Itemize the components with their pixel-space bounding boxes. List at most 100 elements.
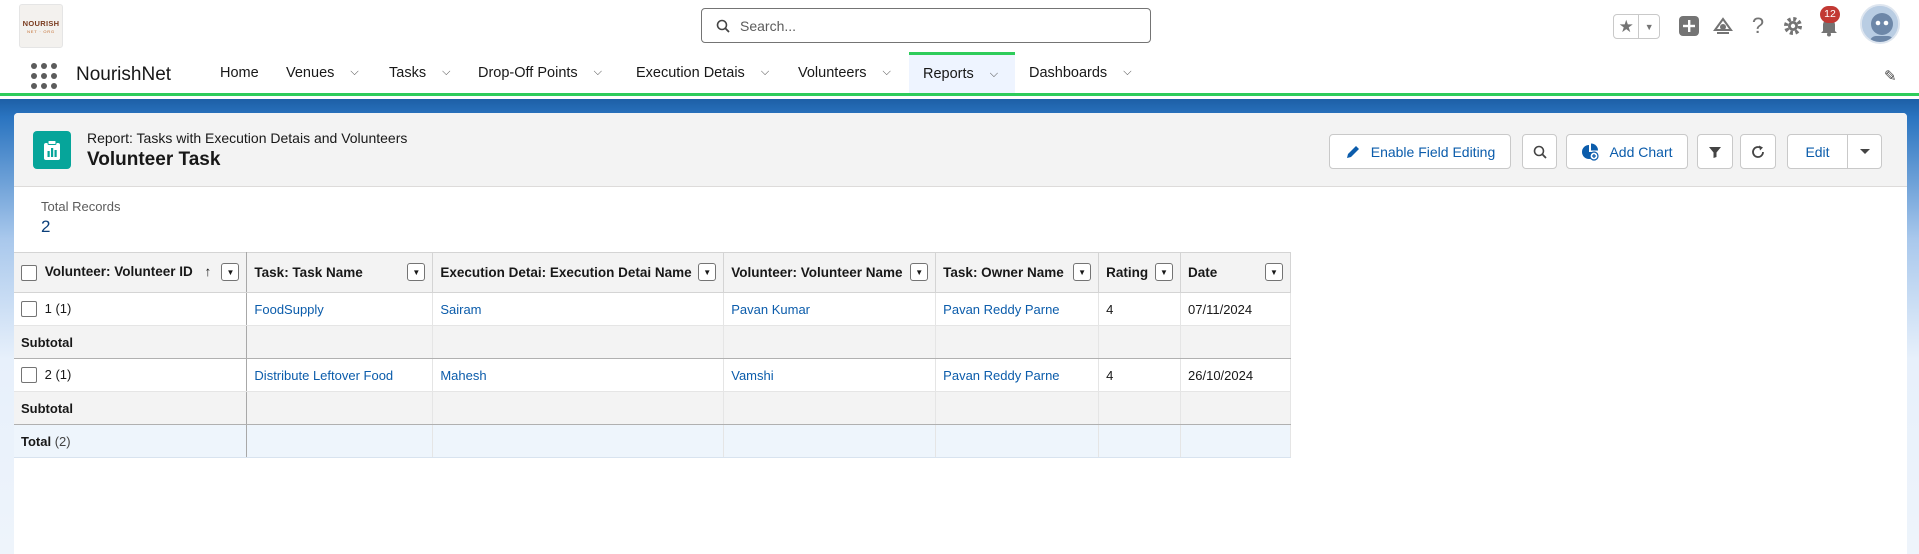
- group-label: 2 (1): [44, 366, 72, 382]
- global-search-input[interactable]: Search...: [701, 8, 1151, 43]
- total-empty-cell: [723, 424, 937, 458]
- column-header-rating[interactable]: Rating ▼: [1098, 252, 1182, 293]
- column-menu-button[interactable]: ▼: [1155, 263, 1174, 281]
- nav-item-venues[interactable]: Venues ⌵: [286, 52, 359, 93]
- column-menu-button[interactable]: ▼: [221, 263, 240, 281]
- execution-detai-cell: Sairam: [432, 292, 725, 326]
- edit-button[interactable]: Edit: [1787, 134, 1848, 169]
- subtotal-label: Subtotal: [14, 391, 248, 425]
- total-row: Total (2): [14, 424, 1291, 458]
- subtotal-cell: [1098, 325, 1182, 359]
- chevron-down-icon[interactable]: ⌵: [350, 66, 358, 79]
- total-empty-cell: [935, 424, 1100, 458]
- subtotal-cell: [1098, 391, 1182, 425]
- subtotal-cell: [935, 325, 1100, 359]
- chevron-down-icon[interactable]: ⌵: [761, 66, 769, 79]
- total-label: Total: [21, 433, 52, 449]
- group-label: 1 (1): [44, 300, 72, 316]
- total-empty-cell: [246, 424, 434, 458]
- report-table: Volunteer: Volunteer ID ↑ ▼ Task: Task N…: [14, 252, 1291, 458]
- filter-icon: [1709, 146, 1721, 158]
- chevron-down-icon[interactable]: ⌵: [442, 66, 450, 79]
- subtotal-row: Subtotal: [14, 391, 1291, 425]
- nav-item-dashboards[interactable]: Dashboards ⌵: [1029, 52, 1132, 93]
- column-menu-button[interactable]: ▼: [1073, 263, 1092, 281]
- column-header-volunteer-id[interactable]: Volunteer: Volunteer ID ↑ ▼: [14, 252, 248, 293]
- nav-item-reports[interactable]: Reports ⌵: [909, 52, 1015, 93]
- column-menu-button[interactable]: ▼: [910, 263, 929, 281]
- total-empty-cell: [1098, 424, 1182, 458]
- subtotal-cell: [246, 391, 434, 425]
- star-icon[interactable]: ★: [1614, 15, 1640, 38]
- notification-badge: 12: [1820, 6, 1840, 23]
- volunteer-name-link[interactable]: Pavan Kumar: [731, 302, 810, 317]
- column-header-volunteer-name[interactable]: Volunteer: Volunteer Name ▼: [723, 252, 937, 293]
- subtotal-cell: [432, 325, 725, 359]
- add-icon[interactable]: [1677, 14, 1701, 38]
- select-all-checkbox[interactable]: [21, 264, 37, 281]
- report-icon: [33, 131, 71, 169]
- favorites-button[interactable]: ★ ▼: [1613, 14, 1660, 39]
- edit-menu-button[interactable]: [1847, 134, 1882, 169]
- row-checkbox[interactable]: [21, 367, 37, 384]
- enable-field-editing-button[interactable]: Enable Field Editing: [1329, 134, 1511, 169]
- edit-nav-pencil-icon[interactable]: ✎: [1884, 67, 1897, 85]
- column-header-label: Task: Task Name: [254, 265, 363, 280]
- chevron-down-icon[interactable]: ⌵: [883, 66, 891, 79]
- app-name: NourishNet: [76, 64, 172, 85]
- refresh-icon: [1752, 145, 1764, 158]
- page-title: Volunteer Task: [87, 149, 221, 170]
- report-header: Report: Tasks with Execution Detais and …: [14, 113, 1907, 187]
- row-checkbox[interactable]: [21, 301, 37, 318]
- trailhead-icon[interactable]: [1711, 14, 1735, 38]
- column-header-execution-detai-name[interactable]: Execution Detai: Execution Detai Name ▼: [432, 252, 725, 293]
- filter-button[interactable]: [1697, 134, 1733, 169]
- chevron-down-icon[interactable]: ⌵: [990, 68, 998, 81]
- refresh-button[interactable]: [1740, 134, 1776, 169]
- subtotal-cell: [1180, 391, 1291, 425]
- nav-item-tasks[interactable]: Tasks ⌵: [389, 52, 450, 93]
- nav-item-label: Home: [220, 64, 259, 81]
- volunteer-name-link[interactable]: Vamshi: [731, 368, 773, 383]
- chevron-down-icon[interactable]: ⌵: [1123, 66, 1131, 79]
- column-header-label: Volunteer: Volunteer ID: [44, 264, 193, 280]
- rating-cell: 4: [1098, 358, 1182, 392]
- nav-item-volunteers[interactable]: Volunteers ⌵: [798, 52, 891, 93]
- app-launcher-icon[interactable]: [31, 63, 57, 89]
- volunteer-name-cell: Pavan Kumar: [723, 292, 937, 326]
- nav-item-label: Execution Detais: [636, 64, 745, 81]
- nav-item-home[interactable]: Home: [220, 52, 259, 93]
- total-records-value: 2: [41, 217, 51, 236]
- column-header-owner-name[interactable]: Task: Owner Name ▼: [935, 252, 1100, 293]
- column-menu-button[interactable]: ▼: [1265, 263, 1283, 281]
- subtotal-cell: [432, 391, 725, 425]
- owner-name-cell: Pavan Reddy Parne: [935, 292, 1100, 326]
- column-menu-button[interactable]: ▼: [407, 263, 426, 281]
- owner-name-link[interactable]: Pavan Reddy Parne: [943, 368, 1059, 383]
- column-header-date[interactable]: Date ▼: [1180, 252, 1291, 293]
- search-report-button[interactable]: [1522, 134, 1557, 169]
- nav-item-drop-off-points[interactable]: Drop-Off Points ⌵: [478, 52, 602, 93]
- execution-detai-link[interactable]: Mahesh: [440, 368, 486, 383]
- chevron-down-icon: [1859, 148, 1870, 154]
- task-name-link[interactable]: Distribute Leftover Food: [254, 368, 393, 383]
- nav-item-execution-detais[interactable]: Execution Detais ⌵: [636, 52, 769, 93]
- nav-item-label: Dashboards: [1029, 64, 1108, 81]
- chevron-down-icon[interactable]: ▼: [1639, 22, 1659, 32]
- total-empty-cell: [432, 424, 725, 458]
- org-logo[interactable]: NOURISH NET · ORG: [19, 4, 63, 48]
- chevron-down-icon[interactable]: ⌵: [594, 66, 602, 79]
- subtotal-cell: [246, 325, 434, 359]
- avatar[interactable]: [1860, 4, 1900, 44]
- owner-name-link[interactable]: Pavan Reddy Parne: [943, 302, 1059, 317]
- button-label: Enable Field Editing: [1370, 143, 1496, 160]
- sort-ascending-icon[interactable]: ↑: [205, 264, 212, 279]
- column-menu-button[interactable]: ▼: [698, 263, 717, 281]
- help-icon[interactable]: ?: [1746, 13, 1770, 38]
- add-chart-button[interactable]: Add Chart: [1566, 134, 1688, 169]
- task-name-link[interactable]: FoodSupply: [254, 302, 323, 317]
- execution-detai-link[interactable]: Sairam: [440, 302, 481, 317]
- gear-icon[interactable]: [1781, 14, 1805, 38]
- column-header-task-name[interactable]: Task: Task Name ▼: [246, 252, 434, 293]
- table-row: 1 (1) FoodSupply Sairam Pavan Kumar Pava…: [14, 292, 1291, 326]
